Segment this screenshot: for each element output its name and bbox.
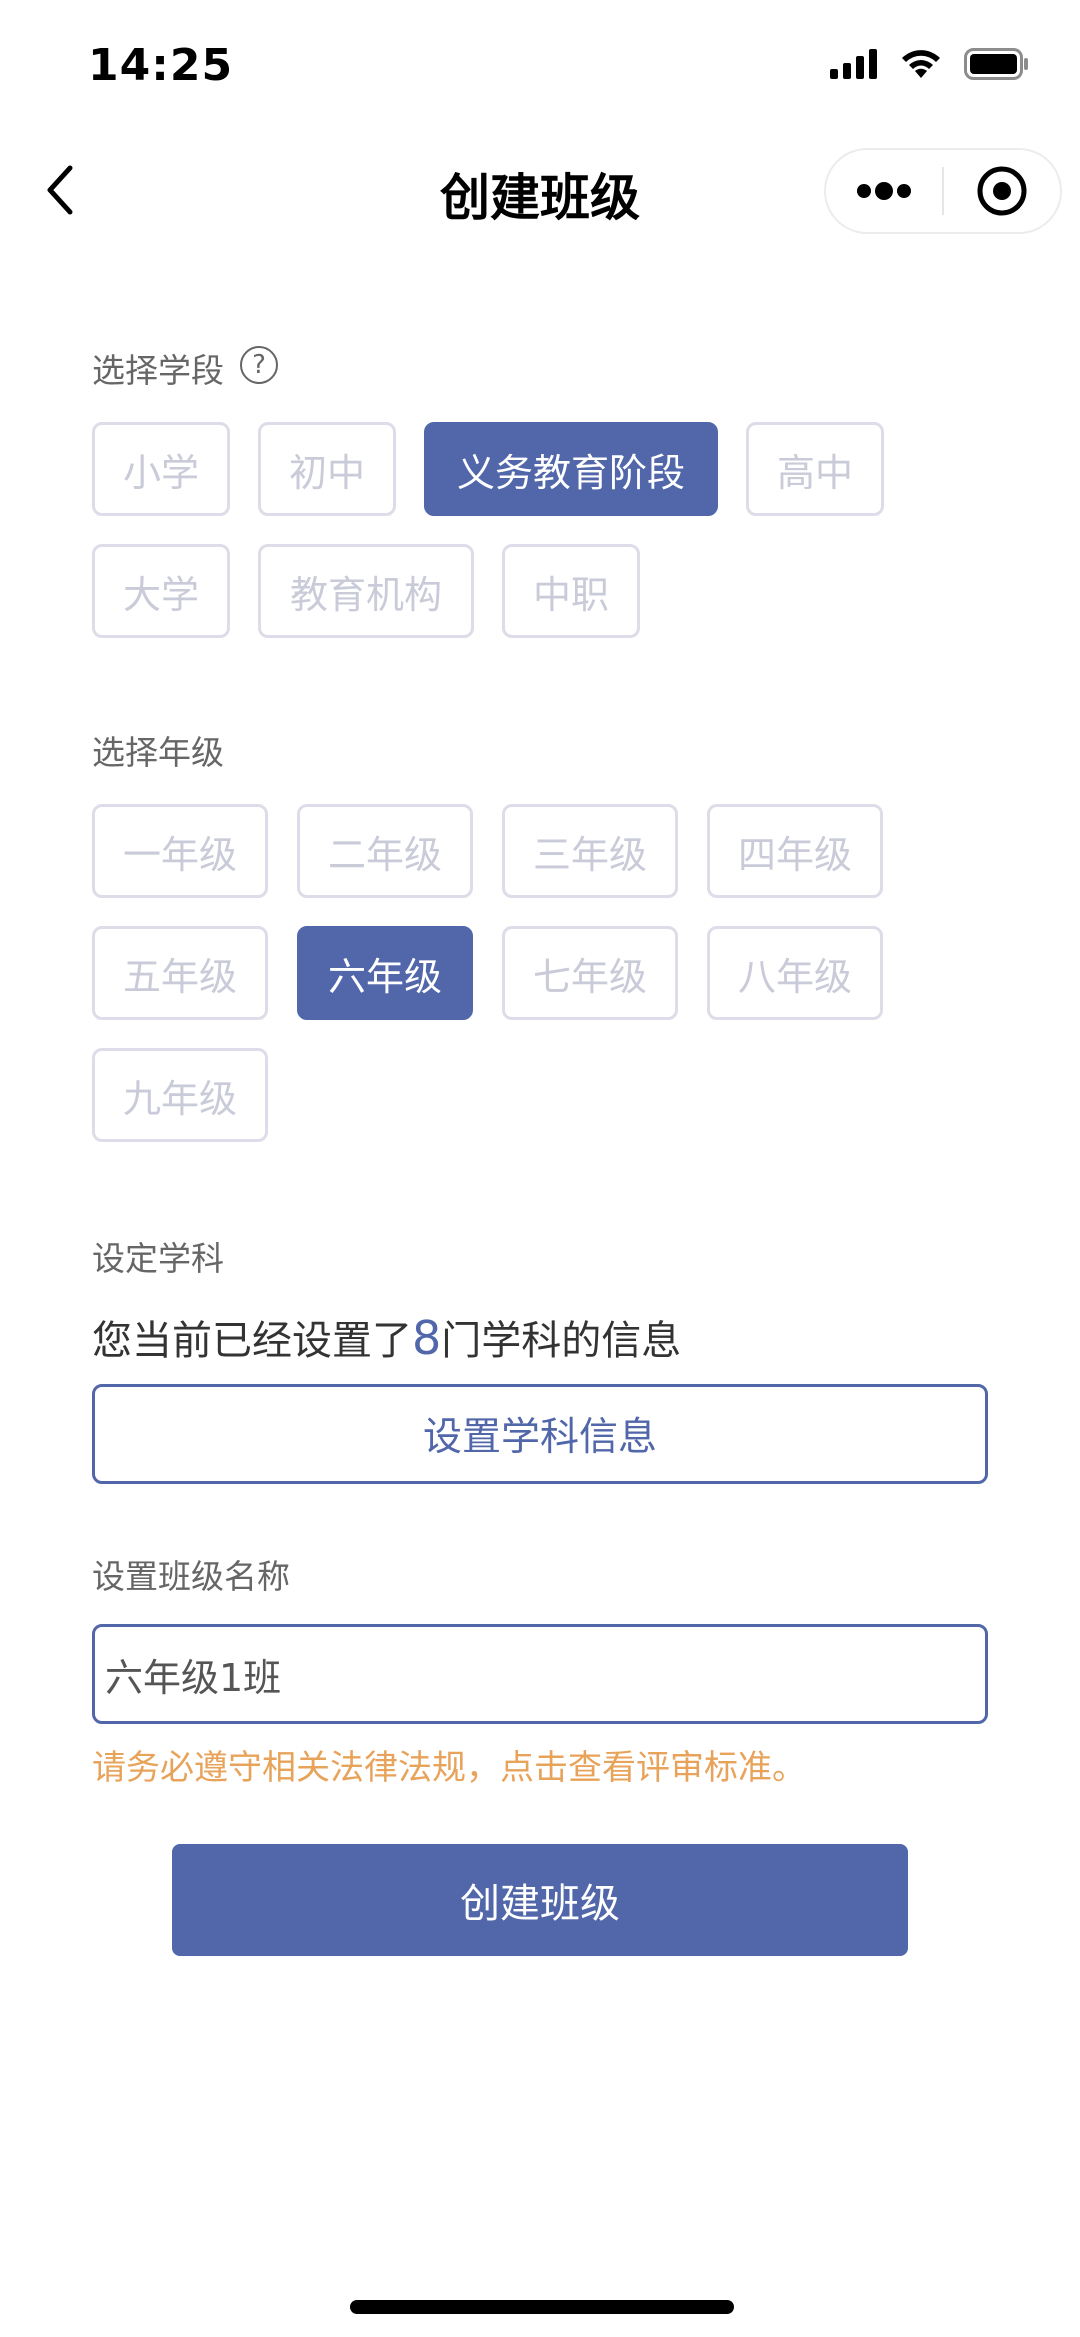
stage-option-university[interactable]: 大学 <box>92 544 230 638</box>
subject-info-prefix: 您当前已经设置了 <box>92 1318 412 1364</box>
grade-option-9[interactable]: 九年级 <box>92 1048 268 1142</box>
close-button[interactable] <box>944 150 1060 232</box>
mini-program-capsule <box>824 148 1062 234</box>
grade-option-2[interactable]: 二年级 <box>297 804 473 898</box>
grade-option-3[interactable]: 三年级 <box>502 804 678 898</box>
wifi-icon <box>902 50 940 78</box>
more-button[interactable] <box>826 150 942 232</box>
stage-option-primary[interactable]: 小学 <box>92 422 230 516</box>
subject-label: 设定学科 <box>92 1239 224 1278</box>
grade-option-4[interactable]: 四年级 <box>707 804 883 898</box>
subject-count: 8 <box>412 1311 442 1365</box>
stage-option-vocational[interactable]: 中职 <box>502 544 640 638</box>
grade-label: 选择年级 <box>92 733 224 772</box>
target-circle-icon <box>977 166 1027 216</box>
home-indicator <box>350 2300 734 2314</box>
stage-option-senior[interactable]: 高中 <box>746 422 884 516</box>
grade-option-5[interactable]: 五年级 <box>92 926 268 1020</box>
status-icons <box>830 48 1030 80</box>
grade-option-8[interactable]: 八年级 <box>707 926 883 1020</box>
grade-option-6[interactable]: 六年级 <box>297 926 473 1020</box>
battery-icon <box>964 48 1028 80</box>
class-name-label: 设置班级名称 <box>92 1557 290 1596</box>
grade-option-1[interactable]: 一年级 <box>92 804 268 898</box>
compliance-warning-link[interactable]: 请务必遵守相关法律法规，点击查看评审标准。 <box>92 1740 806 1789</box>
more-dots-icon <box>857 182 911 200</box>
stage-label: 选择学段 <box>92 351 224 390</box>
status-time: 14:25 <box>88 40 234 91</box>
stage-option-institution[interactable]: 教育机构 <box>258 544 474 638</box>
subject-info: 您当前已经设置了8门学科的信息 <box>92 1308 681 1366</box>
stage-option-compulsory[interactable]: 义务教育阶段 <box>424 422 718 516</box>
set-subject-button[interactable]: 设置学科信息 <box>92 1384 988 1484</box>
signal-icon <box>830 49 877 79</box>
help-icon[interactable]: ? <box>240 346 278 384</box>
grade-option-7[interactable]: 七年级 <box>502 926 678 1020</box>
class-name-input[interactable]: 六年级1班 <box>92 1624 988 1724</box>
subject-info-suffix: 门学科的信息 <box>441 1318 682 1364</box>
stage-option-junior[interactable]: 初中 <box>258 422 396 516</box>
create-class-button[interactable]: 创建班级 <box>172 1844 908 1956</box>
